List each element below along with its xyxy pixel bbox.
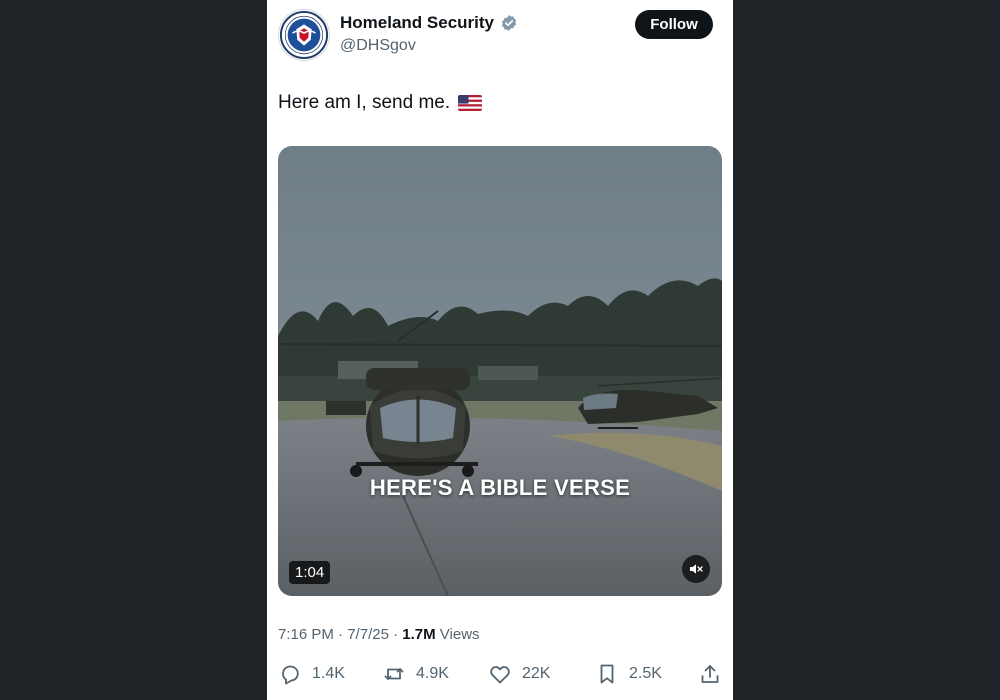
- views-label: Views: [435, 626, 480, 643]
- bookmark-count: 2.5K: [629, 665, 662, 682]
- reply-count: 1.4K: [312, 665, 345, 682]
- repost-button[interactable]: 4.9K: [382, 662, 449, 686]
- volume-muted-icon: [690, 564, 703, 574]
- action-bar: 1.4K 4.9K 22K 2.5K: [278, 662, 724, 690]
- bookmark-icon: [600, 664, 614, 684]
- video-duration: 1:04: [289, 561, 331, 584]
- follow-button[interactable]: Follow: [635, 10, 713, 39]
- us-flag-icon: [458, 95, 483, 111]
- dhs-seal-icon: [279, 10, 329, 60]
- tweet-body: Here am I, send me.: [278, 92, 451, 113]
- tweet-metadata: 7:16 PM · 7/7/25 · 1.7M Views: [278, 626, 480, 643]
- share-button[interactable]: [698, 662, 722, 686]
- account-name-row: Homeland Security: [340, 13, 518, 33]
- meta-separator: ·: [333, 626, 348, 643]
- video-caption: HERE'S A BIBLE VERSE: [369, 475, 631, 500]
- tweet-time[interactable]: 7:16 PM: [278, 626, 334, 643]
- like-count: 22K: [522, 665, 551, 682]
- repost-count: 4.9K: [416, 665, 449, 682]
- reply-button[interactable]: 1.4K: [278, 662, 345, 686]
- account-handle[interactable]: @DHSgov: [340, 37, 416, 55]
- tweet-card: Homeland Security @DHSgov Follow Here am…: [267, 0, 733, 700]
- bookmark-button[interactable]: 2.5K: [595, 662, 662, 686]
- mute-button[interactable]: [682, 555, 710, 583]
- heart-icon: [490, 666, 510, 684]
- tweet-text: Here am I, send me.: [278, 92, 483, 114]
- share-icon: [701, 665, 719, 683]
- account-avatar[interactable]: [278, 9, 330, 61]
- verified-badge-icon[interactable]: [500, 14, 518, 32]
- reply-icon: [282, 665, 299, 685]
- tweet-date[interactable]: 7/7/25: [347, 626, 389, 643]
- like-button[interactable]: 22K: [488, 662, 550, 686]
- repost-icon: [384, 668, 404, 680]
- account-name[interactable]: Homeland Security: [340, 13, 494, 33]
- views-count: 1.7M: [402, 626, 436, 643]
- video-frame: [278, 146, 722, 596]
- meta-separator: ·: [388, 626, 403, 643]
- video-player[interactable]: HERE'S A BIBLE VERSE 1:04: [278, 146, 722, 596]
